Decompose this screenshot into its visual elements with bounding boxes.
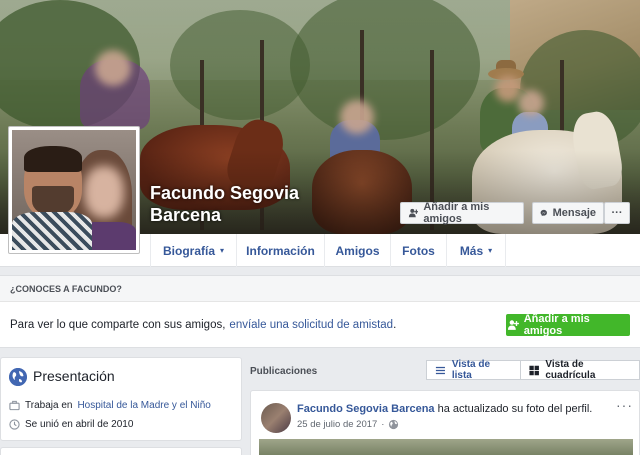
profile-picture[interactable]	[8, 126, 140, 254]
presentation-card: Presentación Trabaja en Hospital de la M…	[0, 357, 242, 441]
briefcase-icon	[9, 400, 20, 411]
post-action: ha actualizado su foto del perfil.	[437, 403, 593, 415]
send-friend-request-link[interactable]: envíale una solicitud de amistad	[229, 319, 393, 331]
message-label: Mensaje	[552, 207, 596, 219]
add-friend-icon	[507, 320, 519, 330]
list-icon	[435, 366, 445, 374]
post-date-link[interactable]: 25 de julio de 2017	[297, 419, 377, 430]
clock-icon	[9, 419, 20, 430]
grid-view-button[interactable]: Vista de cuadrícula	[521, 359, 639, 381]
tab-fotos[interactable]: Fotos	[390, 234, 446, 267]
grid-icon	[529, 365, 539, 375]
public-globe-icon[interactable]	[388, 419, 399, 430]
work-row: Trabaja en Hospital de la Madre y el Niñ…	[9, 400, 211, 411]
more-dots-icon: ···	[611, 207, 623, 219]
add-friend-label: Añadir a mis amigos	[423, 201, 490, 225]
avatar[interactable]	[261, 403, 291, 433]
tab-label: Amigos	[335, 243, 380, 258]
post-dot: ·	[381, 419, 385, 430]
workplace-link[interactable]: Hospital de la Madre y el Niño	[77, 400, 210, 411]
know-suffix: .	[393, 319, 397, 331]
chevron-down-icon: ▾	[220, 246, 225, 255]
blurred-face	[518, 90, 544, 116]
tab-label: Más	[459, 243, 484, 258]
add-friend-icon	[408, 208, 419, 218]
profile-picture-image	[12, 130, 136, 250]
joined-text: Se unió en abril de 2010	[25, 419, 134, 430]
avatar-hair	[24, 146, 82, 172]
cover-tree	[290, 0, 480, 140]
tab-label: Fotos	[402, 243, 435, 258]
blurred-face	[95, 50, 131, 86]
tab-amigos[interactable]: Amigos	[324, 234, 390, 267]
globe-icon	[9, 368, 27, 386]
profile-name[interactable]: Facundo Segovia Barcena	[150, 182, 330, 226]
tab-label: Biografía	[162, 243, 215, 258]
avatar-shirt	[12, 212, 92, 250]
avatar-face-blurred	[84, 166, 124, 218]
tab-informacion[interactable]: Información	[236, 234, 324, 267]
message-button[interactable]: Mensaje	[532, 202, 604, 224]
list-view-button[interactable]: Vista de lista	[427, 359, 521, 381]
add-friend-button[interactable]: Añadir a mis amigos	[400, 201, 524, 225]
tab-mas[interactable]: Más ▾	[446, 234, 506, 267]
post-header: Facundo Segovia Barcena ha actualizado s…	[297, 403, 592, 415]
tab-label: Información	[246, 243, 315, 258]
view-toggle: Vista de lista Vista de cuadrícula	[426, 359, 640, 381]
cover-tree	[170, 10, 310, 120]
add-friend-green-button[interactable]: Añadir a mis amigos	[506, 313, 630, 337]
joined-row: Se unió en abril de 2010	[9, 419, 133, 430]
post-meta: 25 de julio de 2017 ·	[297, 419, 399, 430]
presentation-title: Presentación	[33, 368, 115, 384]
list-view-label: Vista de lista	[451, 359, 491, 381]
next-card-edge	[0, 447, 242, 455]
grid-view-label: Vista de cuadrícula	[545, 359, 596, 381]
more-options-button[interactable]: ···	[604, 202, 630, 224]
messenger-icon	[540, 209, 547, 217]
posts-label: Publicaciones	[250, 366, 318, 377]
work-prefix: Trabaja en	[25, 400, 73, 411]
blurred-face	[495, 76, 521, 102]
know-person-box: ¿CONOCES A FACUNDO? Para ver lo que comp…	[0, 275, 640, 348]
know-text: Para ver lo que comparte con sus amigos,	[10, 319, 226, 331]
blurred-face	[340, 100, 374, 134]
chevron-down-icon: ▾	[488, 246, 493, 255]
post-options-button[interactable]: ···	[616, 397, 633, 413]
post-card: Facundo Segovia Barcena ha actualizado s…	[250, 390, 640, 455]
post-photo[interactable]	[259, 439, 633, 455]
add-friend-green-label: Añadir a mis amigos	[523, 313, 590, 337]
know-header: ¿CONOCES A FACUNDO?	[0, 276, 640, 302]
tab-biografia[interactable]: Biografía ▾	[150, 234, 236, 267]
know-body: Para ver lo que comparte con sus amigos,…	[0, 302, 640, 348]
post-author-link[interactable]: Facundo Segovia Barcena	[297, 403, 435, 415]
